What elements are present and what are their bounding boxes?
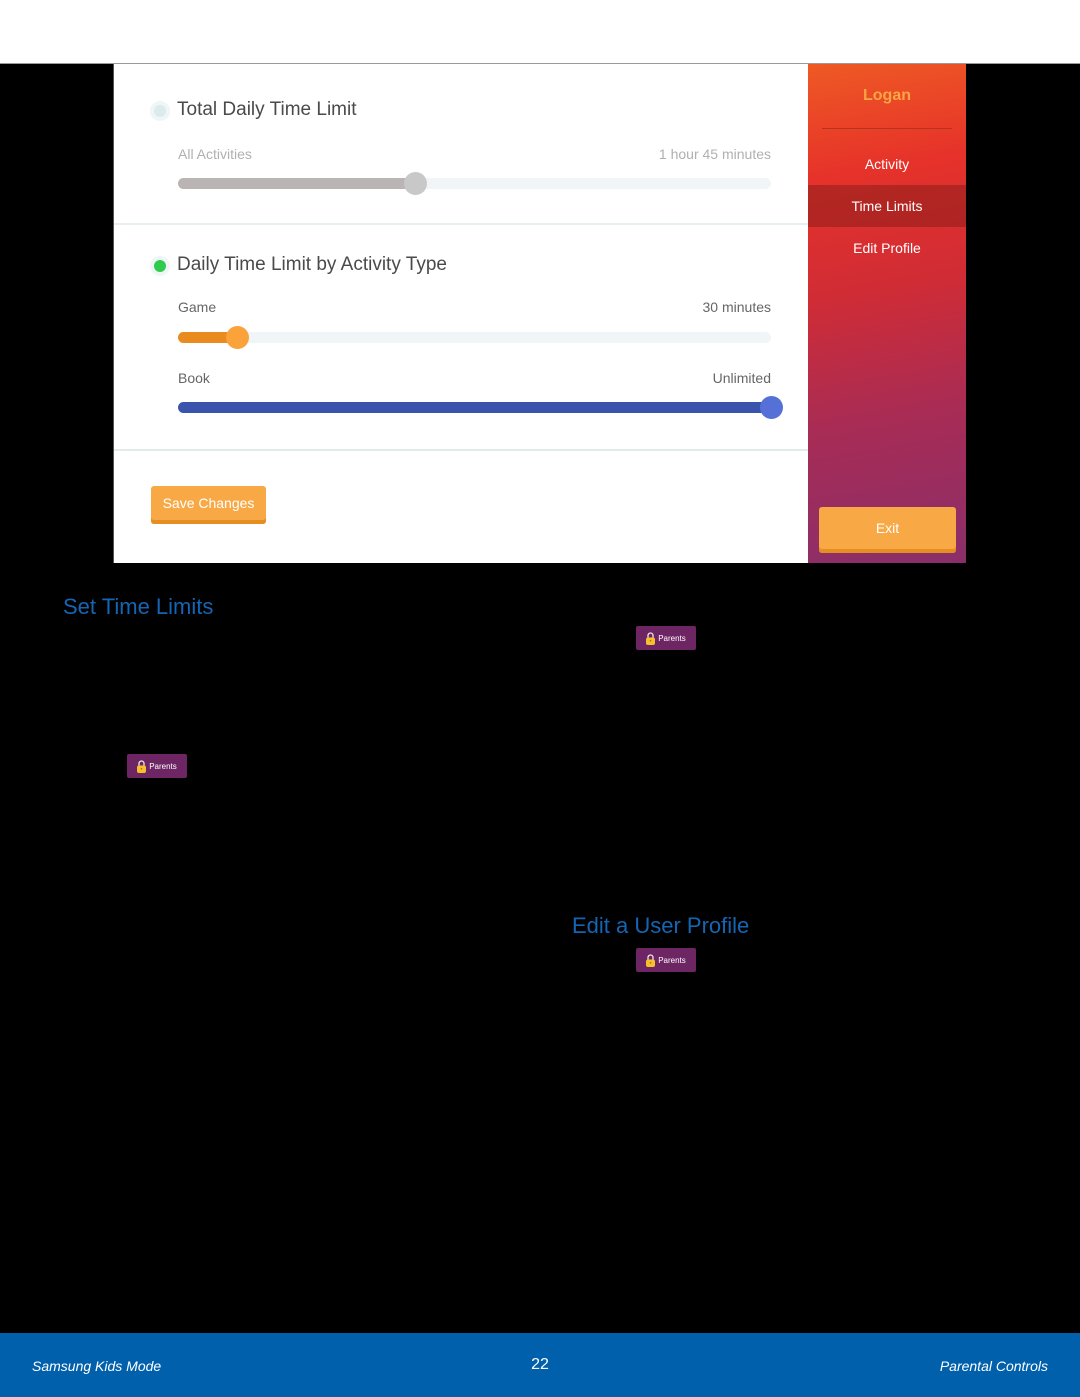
exit-button[interactable]: Exit	[819, 507, 956, 553]
game-value: 30 minutes	[702, 299, 771, 315]
lock-icon	[646, 631, 656, 645]
slider-thumb[interactable]	[226, 326, 250, 349]
sidebar-item-activity[interactable]: Activity	[808, 143, 966, 185]
book-label: Book	[178, 370, 210, 386]
divider	[822, 128, 952, 129]
total-daily-limit-section: Total Daily Time Limit All Activities 1 …	[114, 64, 809, 225]
slider-thumb[interactable]	[760, 396, 783, 419]
lock-icon	[646, 953, 656, 967]
profile-sidebar: Logan Activity Time Limits Edit Profile …	[808, 64, 966, 563]
save-changes-button[interactable]: Save Changes	[151, 486, 266, 524]
edit-user-profile-heading: Edit a User Profile	[572, 913, 750, 938]
footer-section-name: Parental Controls	[939, 1358, 1048, 1374]
book-value: Unlimited	[712, 370, 771, 386]
page-number: 22	[531, 1356, 549, 1373]
all-activities-slider[interactable]	[178, 172, 771, 195]
all-activities-label: All Activities	[178, 146, 252, 162]
actions-section: Save Changes	[114, 451, 809, 563]
game-label: Game	[178, 299, 217, 315]
time-limits-screenshot: Total Daily Time Limit All Activities 1 …	[113, 64, 809, 563]
toggle-off-indicator-icon	[154, 105, 166, 117]
sidebar-item-time-limits[interactable]: Time Limits	[808, 185, 966, 227]
parents-badge: Parents	[127, 754, 187, 778]
section-title: Total Daily Time Limit	[177, 99, 357, 120]
parents-badge: Parents	[636, 948, 696, 972]
slider-fill	[178, 178, 416, 189]
slider-thumb[interactable]	[404, 172, 428, 195]
lock-icon	[137, 759, 147, 773]
activity-limit-toggle[interactable]	[150, 256, 170, 276]
all-activities-value: 1 hour 45 minutes	[658, 146, 771, 162]
game-slider[interactable]	[178, 326, 771, 349]
slider-fill	[178, 402, 771, 413]
user-name: Logan	[863, 87, 911, 104]
set-time-limits-heading: Set Time Limits	[63, 594, 214, 619]
parents-badge-label: Parents	[658, 955, 686, 965]
parents-badge-label: Parents	[149, 761, 177, 771]
sidebar-item-edit-profile[interactable]: Edit Profile	[808, 227, 966, 269]
parents-badge-label: Parents	[658, 633, 686, 643]
book-slider[interactable]	[178, 396, 783, 419]
section-title: Daily Time Limit by Activity Type	[177, 254, 447, 275]
activity-type-limit-section: Daily Time Limit by Activity Type Game 3…	[114, 225, 809, 451]
page-top-margin	[0, 0, 1080, 64]
toggle-on-indicator-icon	[154, 260, 166, 272]
parents-badge: Parents	[636, 626, 696, 650]
total-limit-toggle[interactable]	[150, 101, 170, 121]
page-footer: Samsung Kids Mode 22 Parental Controls	[0, 1333, 1080, 1397]
